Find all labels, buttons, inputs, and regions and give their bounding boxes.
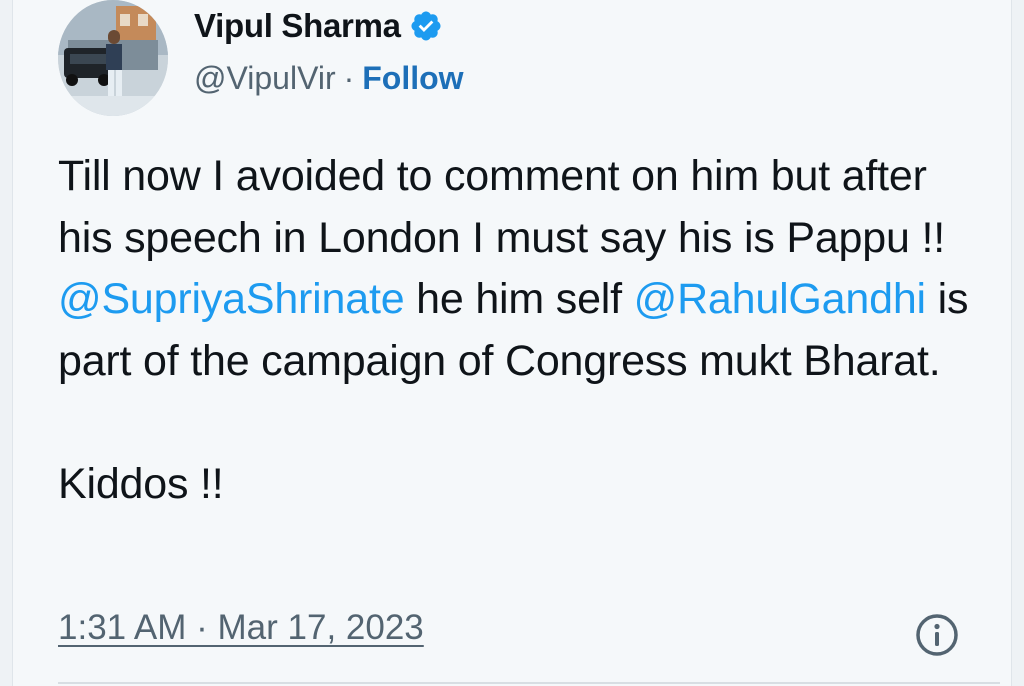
tweet-timestamp[interactable]: 1:31 AM · Mar 17, 2023 xyxy=(58,608,424,648)
tweet-text-segment: he him self xyxy=(404,275,634,323)
follow-button[interactable]: Follow xyxy=(362,60,463,97)
verified-badge-icon xyxy=(409,9,443,43)
tweet-text: Till now I avoided to comment on him but… xyxy=(58,146,988,515)
divider xyxy=(58,682,1000,684)
tweet-text-segment: Till now I avoided to comment on him but… xyxy=(58,152,945,262)
separator-dot: · xyxy=(343,59,355,96)
avatar[interactable] xyxy=(58,0,168,116)
tweet-paragraph-2: Kiddos !! xyxy=(58,459,224,508)
author-name-row: Vipul Sharma xyxy=(194,6,443,46)
mention-link-rahulgandhi[interactable]: @RahulGandhi xyxy=(634,275,926,323)
author-handle-row: @VipulVir · Follow xyxy=(194,58,464,98)
tweet-paragraph-1: Till now I avoided to comment on him but… xyxy=(58,146,988,392)
author-handle[interactable]: @VipulVir xyxy=(194,60,336,97)
author-name[interactable]: Vipul Sharma xyxy=(194,7,401,45)
info-icon[interactable] xyxy=(914,612,960,658)
mention-link-supriyashrinate[interactable]: @SupriyaShrinate xyxy=(58,275,405,323)
